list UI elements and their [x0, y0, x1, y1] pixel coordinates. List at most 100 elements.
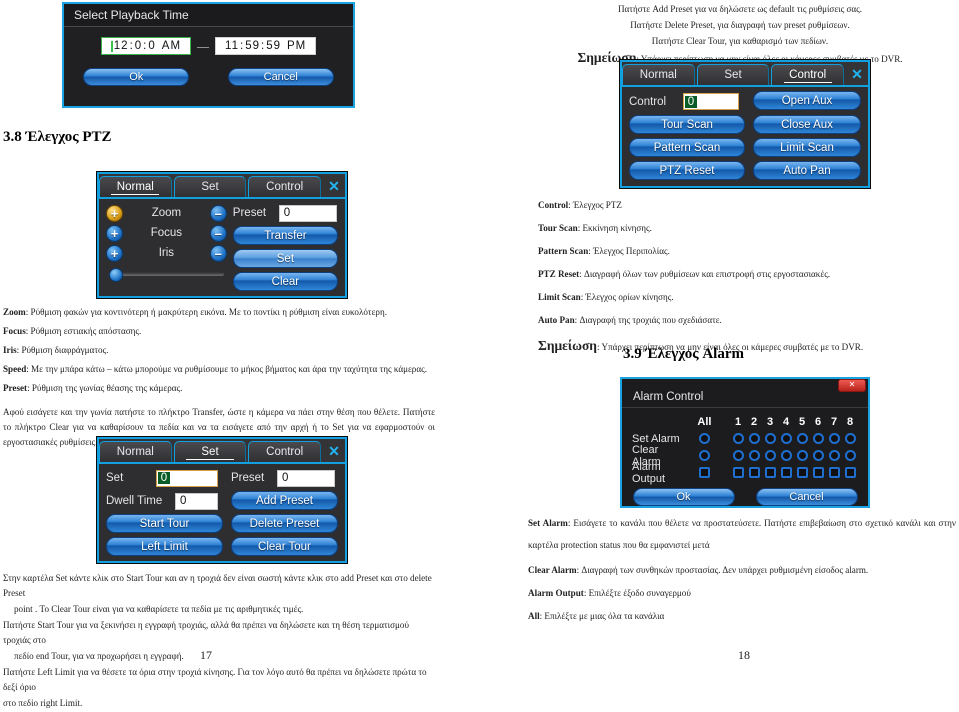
alarm-footer: Ok Cancel — [622, 481, 868, 512]
limit-scan-button[interactable]: Limit Scan — [753, 138, 861, 157]
ptz-reset-button[interactable]: PTZ Reset — [629, 161, 745, 180]
alarm-control-panel[interactable]: ✕ Alarm Control All 1 2 3 4 5 6 7 8 Set … — [620, 377, 870, 508]
set-input[interactable]: 0 — [156, 469, 218, 487]
dialog-title: Select Playback Time — [64, 4, 353, 27]
close-icon[interactable]: ✕ — [838, 379, 866, 392]
alarm-header-row: All 1 2 3 4 5 6 7 8 — [632, 413, 858, 430]
zoom-decrease-icon[interactable]: – — [209, 204, 227, 222]
definition: : Έλεγχος ορίων κίνησης. — [580, 292, 674, 302]
preset-input[interactable]: 0 — [278, 204, 337, 222]
clear-tour-button[interactable]: Clear Tour — [230, 537, 338, 556]
auto-pan-button[interactable]: Auto Pan — [753, 161, 861, 180]
tab-control[interactable]: Control — [248, 176, 322, 197]
close-icon[interactable]: ✕ — [846, 64, 868, 85]
transfer-button[interactable]: Transfer — [232, 226, 338, 245]
alarm-output-ch6-checkbox[interactable] — [812, 467, 824, 478]
start-time-field[interactable]: 12 : 0 : 0 AM — [100, 37, 192, 55]
clear-alarm-ch7-checkbox[interactable] — [828, 450, 840, 461]
clear-alarm-all-checkbox[interactable] — [698, 450, 710, 461]
definition: : Με την μπάρα κάτω – κάτω μπορούμε να ρ… — [26, 364, 427, 374]
note-label: Σημείωση — [538, 338, 597, 353]
cancel-button[interactable]: Cancel — [755, 488, 858, 506]
speed-slider[interactable] — [109, 268, 224, 282]
ok-button[interactable]: Ok — [83, 68, 190, 86]
term: Preset — [3, 383, 28, 393]
definition: : Επιλέξτε έξοδο συναγερμού — [583, 588, 691, 598]
add-preset-button[interactable]: Add Preset — [230, 491, 338, 510]
top-notes-block: Πατήστε Add Preset για να δηλώσετε ως de… — [525, 2, 955, 68]
control-input[interactable]: 0 — [683, 93, 739, 110]
tour-scan-button[interactable]: Tour Scan — [629, 115, 745, 134]
clear-alarm-ch1-checkbox[interactable] — [732, 450, 744, 461]
set-alarm-ch1-checkbox[interactable] — [732, 433, 744, 444]
iris-increase-icon[interactable]: + — [106, 244, 123, 262]
set-alarm-ch6-checkbox[interactable] — [812, 433, 824, 444]
dwell-time-input[interactable]: 0 — [175, 492, 218, 510]
alarm-output-ch1-checkbox[interactable] — [732, 467, 744, 478]
tab-normal[interactable]: Normal — [622, 64, 695, 85]
clear-alarm-ch5-checkbox[interactable] — [796, 450, 808, 461]
set-button[interactable]: Set — [232, 249, 338, 268]
clear-alarm-ch4-checkbox[interactable] — [780, 450, 792, 461]
ptz-set-panel[interactable]: Normal Set Control ✕ Set 0 Dwell Time 0 … — [97, 437, 347, 563]
preset-input[interactable]: 0 — [276, 469, 335, 487]
zoom-increase-icon[interactable]: + — [106, 204, 123, 222]
term: Tour Scan — [538, 223, 578, 233]
definition: : Ρύθμιση της γωνίας θέασης της κάμερας. — [27, 383, 183, 393]
clear-alarm-ch6-checkbox[interactable] — [812, 450, 824, 461]
clear-button[interactable]: Clear — [232, 272, 338, 291]
tab-set[interactable]: Set — [173, 441, 247, 462]
speed-slider-handle[interactable] — [109, 268, 123, 282]
clear-alarm-ch3-checkbox[interactable] — [764, 450, 776, 461]
set-alarm-ch7-checkbox[interactable] — [828, 433, 840, 444]
alarm-output-ch8-checkbox[interactable] — [844, 467, 856, 478]
focus-label: Focus — [150, 227, 183, 239]
set-alarm-ch4-checkbox[interactable] — [780, 433, 792, 444]
focus-decrease-icon[interactable]: – — [209, 224, 227, 242]
top-note-line: Πατήστε Delete Preset, για διαγραφή των … — [630, 20, 850, 30]
delete-preset-button[interactable]: Delete Preset — [230, 514, 338, 533]
pattern-scan-button[interactable]: Pattern Scan — [629, 138, 745, 157]
end-time-field[interactable]: 11 : 59 : 59 PM — [215, 37, 317, 55]
alarm-output-ch4-checkbox[interactable] — [780, 467, 792, 478]
tab-control[interactable]: Control — [771, 64, 845, 85]
select-playback-time-dialog[interactable]: Select Playback Time 12 : 0 : 0 AM — 11 … — [62, 2, 355, 108]
alarm-output-ch5-checkbox[interactable] — [796, 467, 808, 478]
open-aux-button[interactable]: Open Aux — [753, 91, 861, 110]
ptz-normal-panel[interactable]: Normal Set Control ✕ + Zoom – + Focus – — [97, 172, 347, 298]
cancel-button[interactable]: Cancel — [227, 68, 334, 86]
close-icon[interactable]: ✕ — [323, 441, 345, 462]
set-alarm-ch5-checkbox[interactable] — [796, 433, 808, 444]
description-item: Alarm Output: Επιλέξτε έξοδο συναγερμού — [528, 586, 956, 601]
description-item: Preset: Ρύθμιση της γωνίας θέασης της κά… — [3, 381, 435, 396]
left-limit-button[interactable]: Left Limit — [106, 537, 223, 556]
alarm-output-ch7-checkbox[interactable] — [828, 467, 840, 478]
tab-normal[interactable]: Normal — [99, 176, 172, 197]
iris-decrease-icon[interactable]: – — [209, 244, 227, 262]
close-aux-button[interactable]: Close Aux — [753, 115, 861, 134]
end-second: 59 — [266, 40, 281, 52]
term: Focus — [3, 326, 26, 336]
ptz-control-panel[interactable]: Normal Set Control ✕ Control 0 Tour Scan… — [620, 60, 870, 188]
set-alarm-ch2-checkbox[interactable] — [748, 433, 760, 444]
close-icon[interactable]: ✕ — [323, 176, 345, 197]
tab-control[interactable]: Control — [248, 441, 322, 462]
description-item: Clear Alarm: Διαγραφή των συνθηκών προστ… — [528, 563, 956, 578]
clear-alarm-ch8-checkbox[interactable] — [844, 450, 856, 461]
definition: : Εκκίνηση κίνησης. — [577, 223, 652, 233]
alarm-output-all-checkbox[interactable] — [698, 467, 710, 478]
tab-normal[interactable]: Normal — [99, 441, 172, 462]
alarm-grid: All 1 2 3 4 5 6 7 8 Set Alarm Clear Alar… — [622, 408, 868, 485]
ok-button[interactable]: Ok — [632, 488, 735, 506]
tab-set[interactable]: Set — [173, 176, 247, 197]
set-alarm-ch8-checkbox[interactable] — [844, 433, 856, 444]
start-tour-button[interactable]: Start Tour — [106, 514, 223, 533]
tab-set[interactable]: Set — [696, 64, 770, 85]
set-alarm-ch3-checkbox[interactable] — [764, 433, 776, 444]
set-alarm-all-checkbox[interactable] — [698, 433, 710, 444]
definition: : Ρύθμιση διαφράγματος. — [16, 345, 109, 355]
alarm-output-ch2-checkbox[interactable] — [748, 467, 760, 478]
alarm-output-ch3-checkbox[interactable] — [764, 467, 776, 478]
focus-increase-icon[interactable]: + — [106, 224, 123, 242]
clear-alarm-ch2-checkbox[interactable] — [748, 450, 760, 461]
